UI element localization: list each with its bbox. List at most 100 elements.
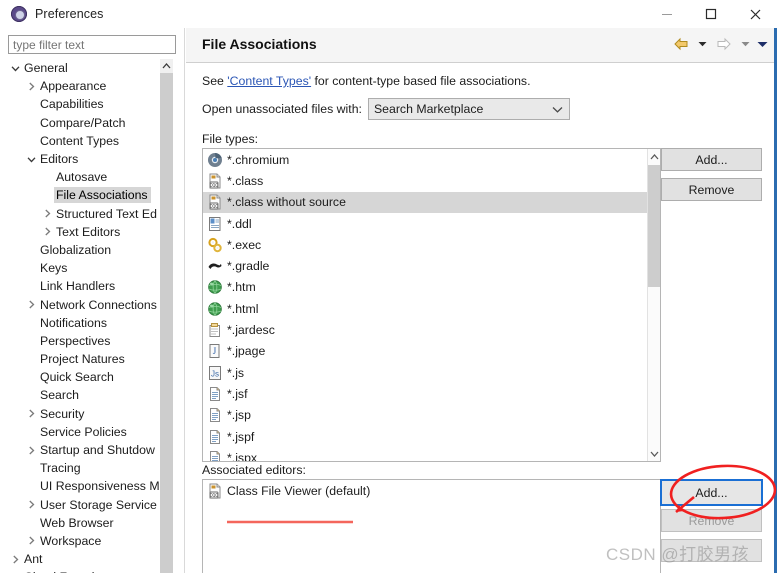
chevron-down-icon[interactable] — [25, 150, 38, 168]
sidebar-item-ui-responsiveness-m[interactable]: UI Responsiveness M — [0, 477, 172, 495]
window-controls — [645, 0, 777, 28]
sidebar-item-globalization[interactable]: Globalization — [0, 241, 172, 259]
page-title: File Associations — [202, 36, 317, 52]
list-item[interactable]: Js *.js — [203, 362, 647, 383]
sidebar-item-compare-patch[interactable]: Compare/Patch — [0, 114, 172, 132]
list-item[interactable]: *.gradle — [203, 255, 647, 276]
sidebar-item-search[interactable]: Search — [0, 386, 172, 404]
file-types-remove-button[interactable]: Remove — [661, 178, 762, 201]
list-item[interactable]: *.html — [203, 298, 647, 319]
list-item[interactable]: *.jspx — [203, 447, 647, 461]
sidebar-item-capabilities[interactable]: Capabilities — [0, 95, 172, 113]
list-item[interactable]: *.chromium — [203, 149, 647, 170]
list-item-label: *.jpage — [227, 344, 266, 359]
sidebar-item-security[interactable]: Security — [0, 405, 172, 423]
list-item[interactable]: *.htm — [203, 277, 647, 298]
back-dropdown-caret-icon[interactable] — [696, 33, 709, 55]
sidebar-item-text-editors[interactable]: Text Editors — [0, 223, 172, 241]
chevron-right-icon[interactable] — [41, 223, 54, 241]
sidebar-item-content-types[interactable]: Content Types — [0, 132, 172, 150]
sidebar-item-editors[interactable]: Editors — [0, 150, 172, 168]
list-item-label: Class File Viewer (default) — [227, 483, 371, 498]
page-header: File Associations — [186, 28, 777, 63]
scroll-up-icon[interactable] — [160, 59, 173, 72]
chevron-right-icon[interactable] — [25, 441, 38, 459]
sidebar-item-workspace[interactable]: Workspace — [0, 532, 172, 550]
sidebar-item-user-storage-service[interactable]: User Storage Service — [0, 496, 172, 514]
filter-input[interactable] — [8, 35, 176, 54]
list-item[interactable]: J *.jpage — [203, 341, 647, 362]
list-item[interactable]: 010 Class File Viewer (default) — [203, 480, 660, 501]
file-types-add-button[interactable]: Add... — [661, 148, 762, 171]
sidebar-item-structured-text-ed[interactable]: Structured Text Ed — [0, 205, 172, 223]
sidebar-item-perspectives[interactable]: Perspectives — [0, 332, 172, 350]
sidebar-item-file-associations[interactable]: File Associations — [0, 186, 172, 204]
list-item[interactable]: *.jsf — [203, 383, 647, 404]
list-item[interactable]: *.ddl — [203, 213, 647, 234]
sidebar-item-cloud-foundry[interactable]: Cloud Foundry — [0, 568, 172, 573]
list-item[interactable]: *.jardesc — [203, 319, 647, 340]
sidebar-item-project-natures[interactable]: Project Natures — [0, 350, 172, 368]
list-item[interactable]: 010 *.class — [203, 170, 647, 191]
chevron-right-icon[interactable] — [25, 405, 38, 423]
chevron-right-icon[interactable] — [25, 77, 38, 95]
sidebar-item-web-browser[interactable]: Web Browser — [0, 514, 172, 532]
associated-editors-add-button[interactable]: Add... — [660, 479, 763, 506]
list-item[interactable]: *.exec — [203, 234, 647, 255]
sidebar-item-autosave[interactable]: Autosave — [0, 168, 172, 186]
sidebar-item-ant[interactable]: Ant — [0, 550, 172, 568]
associated-editors-label: Associated editors: — [202, 463, 306, 477]
open-unassociated-select[interactable]: Search Marketplace — [367, 98, 570, 120]
sidebar-item-label: Service Policies — [40, 424, 127, 439]
sidebar-item-startup-and-shutdow[interactable]: Startup and Shutdow — [0, 441, 172, 459]
content-types-link[interactable]: 'Content Types' — [227, 74, 311, 88]
sidebar-item-appearance[interactable]: Appearance — [0, 77, 172, 95]
chevron-right-icon[interactable] — [9, 550, 22, 568]
sidebar-item-label: Content Types — [40, 133, 120, 148]
scroll-down-icon[interactable] — [648, 446, 660, 461]
chevron-right-icon[interactable] — [25, 532, 38, 550]
chevron-down-icon[interactable] — [9, 59, 22, 77]
sidebar-item-general[interactable]: General — [0, 59, 172, 77]
sidebar-scrollbar-thumb[interactable] — [160, 73, 173, 573]
preferences-tree[interactable]: General Appearance Capabilities Compare/Pat… — [0, 59, 172, 573]
sidebar-item-label: Structured Text Ed — [56, 206, 157, 221]
sidebar-item-network-connections[interactable]: Network Connections — [0, 295, 172, 313]
sidebar-item-link-handlers[interactable]: Link Handlers — [0, 277, 172, 295]
chevron-right-icon[interactable] — [25, 496, 38, 514]
minimize-icon[interactable] — [645, 0, 689, 28]
scroll-up-icon[interactable] — [648, 149, 660, 164]
sidebar-item-tracing[interactable]: Tracing — [0, 459, 172, 477]
maximize-icon[interactable] — [689, 0, 733, 28]
sidebar-scrollbar[interactable] — [160, 59, 173, 573]
sidebar-item-label: Ant — [24, 552, 43, 567]
back-arrow-icon[interactable] — [670, 33, 692, 55]
sidebar-item-keys[interactable]: Keys — [0, 259, 172, 277]
close-icon[interactable] — [733, 0, 777, 28]
ddl-icon — [207, 216, 223, 232]
associated-editors-list[interactable]: 010 Class File Viewer (default) — [202, 479, 661, 573]
file-types-scrollbar[interactable] — [647, 149, 660, 461]
title-bar: Preferences — [0, 0, 777, 28]
sidebar-item-quick-search[interactable]: Quick Search — [0, 368, 172, 386]
window-title: Preferences — [35, 7, 104, 21]
list-item[interactable]: 010 *.class without source — [203, 191, 647, 213]
list-item[interactable]: *.jspf — [203, 426, 647, 447]
document-icon — [207, 386, 223, 402]
list-item[interactable]: *.jsp — [203, 405, 647, 426]
chevron-right-icon[interactable] — [25, 296, 38, 314]
class-icon: 010 — [207, 194, 223, 210]
chevron-right-icon[interactable] — [41, 205, 54, 223]
sidebar-item-label: UI Responsiveness M — [40, 479, 160, 494]
chevron-right-icon[interactable] — [9, 568, 22, 573]
sidebar-item-service-policies[interactable]: Service Policies — [0, 423, 172, 441]
file-types-scrollbar-thumb[interactable] — [648, 165, 660, 287]
sidebar-item-notifications[interactable]: Notifications — [0, 314, 172, 332]
file-types-list[interactable]: *.chromium 010 *.class 010 *.class without s… — [202, 148, 661, 462]
open-unassociated-label: Open unassociated files with: — [202, 102, 362, 116]
view-menu-caret-icon[interactable] — [756, 33, 769, 55]
